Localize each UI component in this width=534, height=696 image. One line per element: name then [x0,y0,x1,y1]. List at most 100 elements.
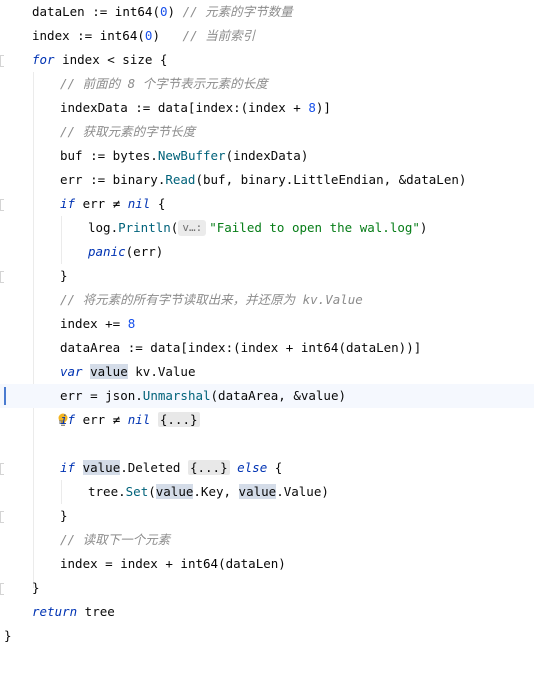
code-text: (dataLen))] [338,340,422,355]
code-line-empty[interactable] [0,432,534,456]
code-text: dataArea := data[index:(index + [60,340,301,355]
code-text: } [60,508,68,523]
function-name: NewBuffer [157,148,226,163]
code-text: tree. [88,484,126,499]
code-line[interactable]: var value kv.Value [0,360,534,384]
code-text: buf := bytes. [60,148,158,163]
code-line[interactable]: // 读取下一个元素 [0,528,534,552]
code-text: index = index + [60,556,181,571]
keyword: if [60,460,76,475]
code-text: } [4,628,12,643]
type-name: int64 [99,28,138,43]
comment: // 获取元素的字节长度 [60,124,196,139]
code-line[interactable]: dataLen := int64(0) // 元素的字节数量 [0,0,534,24]
function-name: Unmarshal [142,388,211,403]
code-text: (indexData) [225,148,309,163]
code-text: tree [77,604,115,619]
fold-marker-icon[interactable] [0,511,4,523]
folded-block[interactable]: {...} [157,412,200,427]
keyword: if [60,196,76,211]
code-text: (err) [125,244,164,259]
code-line[interactable]: } [0,264,534,288]
code-line[interactable]: indexData := data[index:(index + 8)] [0,96,534,120]
code-line[interactable]: if value.Deleted {...} else { [0,456,534,480]
change-marker [4,387,6,405]
code-line[interactable]: // 前面的 8 个字节表示元素的长度 [0,72,534,96]
code-line[interactable]: // 将元素的所有字节读取出来，并还原为 kv.Value [0,288,534,312]
code-text: dataLen := [32,4,115,19]
code-line[interactable]: dataArea := data[index:(index + int64(da… [0,336,534,360]
fold-marker-icon[interactable] [0,55,4,67]
code-text: ( [137,28,145,43]
keyword: else [229,460,268,475]
code-text: err [75,196,113,211]
code-line[interactable]: index += 8 [0,312,534,336]
code-line[interactable]: buf := bytes.NewBuffer(indexData) [0,144,534,168]
highlighted-identifier: value [82,460,121,475]
code-line[interactable]: index = index + int64(dataLen) [0,552,534,576]
code-text: ( [148,484,156,499]
function-name: Set [125,484,149,499]
code-text: .Value) [276,484,329,499]
keyword: if [60,412,76,427]
code-line[interactable]: // 获取元素的字节长度 [0,120,534,144]
comment: // 当前索引 [182,28,256,43]
code-text: err = json. [60,388,143,403]
code-text: .Deleted [120,460,188,475]
code-line[interactable]: for index < size { [0,48,534,72]
code-line[interactable]: return tree [0,600,534,624]
code-text: (dataArea, &value) [210,388,346,403]
function-name: Println [118,220,171,235]
code-text: ) [152,28,183,43]
code-text: ( [152,4,160,19]
number-literal: 8 [308,100,316,115]
code-text: err := binary. [60,172,166,187]
keyword: nil [120,196,151,211]
comment: // 读取下一个元素 [60,532,171,547]
code-text: (buf, binary.LittleEndian, &dataLen) [195,172,467,187]
fold-marker-icon[interactable] [0,199,4,211]
highlighted-identifier: value [90,364,128,379]
fold-marker-icon[interactable] [0,271,4,283]
type-name: int64 [114,4,153,19]
code-text: (dataLen) [218,556,286,571]
code-text: } [32,580,40,595]
code-text: index < size { [54,52,168,67]
code-line[interactable]: } [0,504,534,528]
code-line[interactable]: err := binary.Read(buf, binary.LittleEnd… [0,168,534,192]
highlighted-identifier: value [155,484,194,499]
folded-block[interactable]: {...} [187,460,230,475]
type-name: int64 [300,340,339,355]
code-text: err [75,412,113,427]
code-text: ) [419,220,428,235]
type-name: int64 [180,556,219,571]
code-line-current[interactable]: err = json.Unmarshal(dataArea, &value) [0,384,534,426]
code-line[interactable]: tree.Set(value.Key, value.Value) [0,480,534,504]
code-line[interactable]: index := int64(0) // 当前索引 [0,24,534,48]
code-text: log. [88,220,119,235]
fold-marker-icon[interactable] [0,463,4,475]
builtin-function: panic [88,244,126,259]
function-name: Read [165,172,196,187]
code-line[interactable]: if err ≠ nil {...} [0,408,534,432]
code-text: .Key, [193,484,239,499]
number-literal: 0 [159,4,168,19]
code-line[interactable]: } [0,624,534,648]
code-line[interactable]: if err ≠ nil { [0,192,534,216]
fold-marker-icon[interactable] [0,583,4,595]
code-text: ( [170,220,179,235]
comment: // 元素的字节数量 [182,4,293,19]
code-text: kv.Value [127,364,196,379]
lightbulb-icon[interactable] [11,388,68,426]
comment: // 前面的 8 个字节表示元素的长度 [60,76,268,91]
keyword: return [32,604,78,619]
code-editor[interactable]: dataLen := int64(0) // 元素的字节数量 index := … [0,0,534,653]
code-text: index := [32,28,100,43]
code-line[interactable]: } [0,576,534,600]
code-text: ) [167,4,183,19]
code-line[interactable]: log.Println(v…: "Failed to open the wal.l… [0,216,534,240]
code-text: } [60,268,68,283]
highlighted-identifier: value [238,484,277,499]
code-line[interactable]: panic(err) [0,240,534,264]
string-literal: "Failed to open the wal.log" [209,220,420,235]
